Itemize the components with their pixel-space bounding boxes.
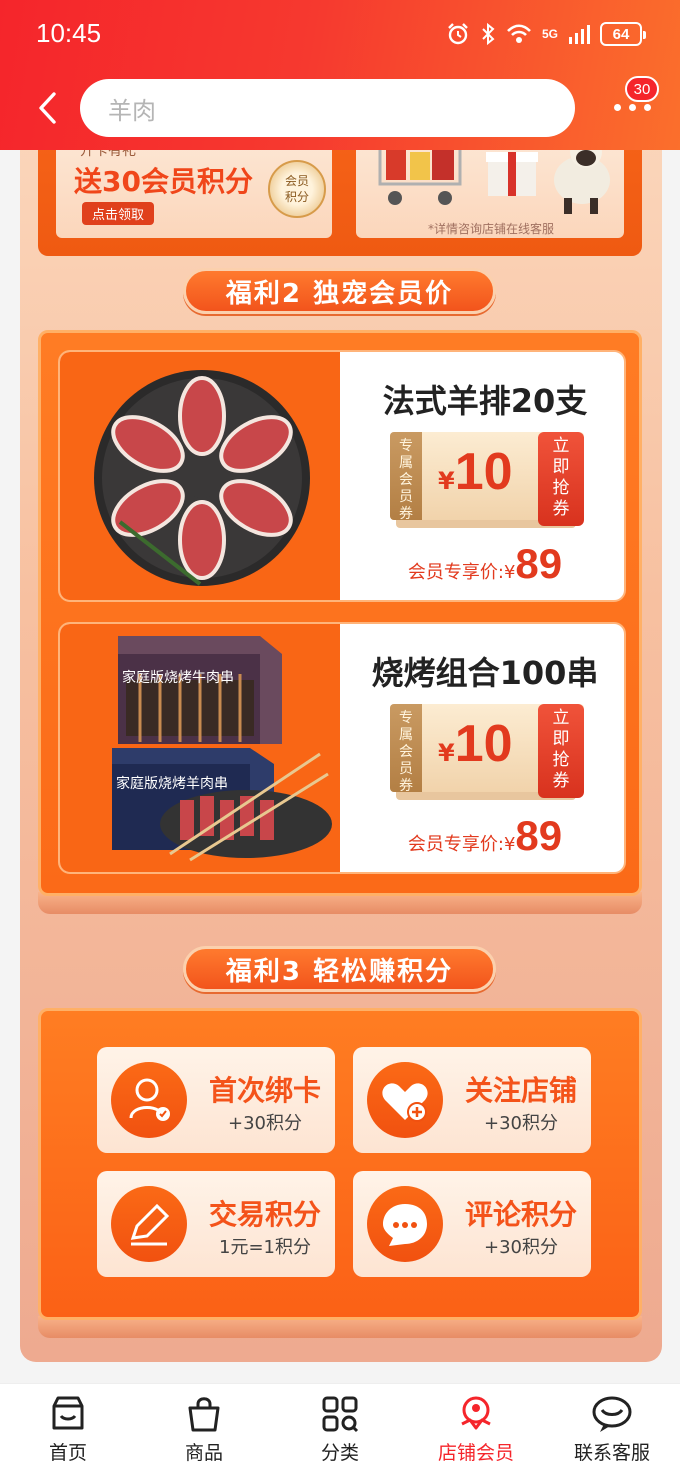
product-name: 烧烤组合100串 (371, 654, 599, 692)
earn-points-panel: 首次绑卡 +30积分 关注店铺 +30积分 交易积分 1元=1积分 评论积分 +… (38, 1008, 642, 1320)
chat-bubble-icon (367, 1186, 443, 1262)
service-icon (592, 1396, 632, 1432)
pencil-icon (111, 1186, 187, 1262)
signal-icon (569, 25, 590, 44)
nav-label: 首页 (48, 1442, 87, 1464)
coupon-side-label: 专属会员券 (390, 432, 422, 522)
member-price: 会员专享价:¥89 (342, 812, 624, 860)
bottom-nav: 首页 商品 分类 店铺会员 联系客服 (0, 1383, 680, 1473)
network-type: 5G (541, 27, 558, 41)
bbq-boxes-icon: 家庭版烧烤牛肉串 家庭版烧烤羊肉串 (112, 636, 332, 862)
bag-icon (188, 1397, 220, 1432)
section-title-member-price: 福利2 独宠会员价 (183, 268, 496, 314)
points-coin-icon: 会员 积分 (268, 160, 326, 218)
coupon[interactable]: 专属会员券 ¥10 立即抢券 (390, 432, 584, 528)
box-label-bottom: 家庭版烧烤羊肉串 (116, 775, 228, 792)
coupon-yen: ¥ (438, 739, 455, 767)
product-card-lamb-chops[interactable]: 法式羊排20支 专属会员券 ¥10 立即抢券 会员专享价:¥89 (58, 350, 626, 602)
points-item-review[interactable]: 评论积分 +30积分 (353, 1171, 591, 1277)
status-icons: 5G 64 (446, 20, 646, 48)
points-item-title: 首次绑卡 (208, 1074, 321, 1107)
battery-icon: 64 (600, 22, 646, 46)
coupon-yen: ¥ (438, 467, 455, 495)
nav-service[interactable]: 联系客服 (562, 1394, 662, 1465)
alarm-icon (448, 23, 468, 45)
product-name: 法式羊排20支 (382, 382, 588, 420)
points-item-trade[interactable]: 交易积分 1元=1积分 (97, 1171, 335, 1277)
grid-icon (322, 1396, 359, 1433)
price-value: 89 (515, 540, 563, 587)
points-item-sub: +30积分 (484, 1113, 558, 1134)
notification-badge: 30 (625, 76, 659, 102)
points-item-bind-card[interactable]: 首次绑卡 +30积分 (97, 1047, 335, 1153)
coupon[interactable]: 专属会员券 ¥10 立即抢券 (390, 704, 584, 800)
nav-categories[interactable]: 分类 (290, 1394, 390, 1465)
coupon-side-label: 专属会员券 (390, 704, 422, 794)
bluetooth-icon (482, 22, 495, 46)
member-icon (461, 1396, 491, 1430)
nav-label: 店铺会员 (437, 1442, 514, 1464)
nav-products[interactable]: 商品 (154, 1394, 254, 1465)
wifi-icon (507, 24, 531, 43)
price-yen: ¥ (503, 562, 516, 583)
search-input[interactable]: 羊肉 (80, 79, 575, 137)
member-price: 会员专享价:¥89 (342, 540, 624, 588)
lamb-chops-plate-icon (94, 370, 310, 586)
points-item-title: 关注店铺 (464, 1074, 577, 1107)
points-item-sub: +30积分 (484, 1237, 558, 1258)
top-bar: 10:45 5G 64 羊肉 30 (0, 0, 680, 150)
points-item-title: 评论积分 (464, 1198, 577, 1231)
section-title-earn-points: 福利3 轻松赚积分 (183, 946, 496, 992)
price-label: 会员专享价: (407, 562, 504, 583)
points-item-sub: +30积分 (228, 1113, 302, 1134)
promo-note: *详情咨询店铺在线客服 (428, 222, 555, 236)
claim-button[interactable]: 点击领取 (82, 202, 155, 225)
nav-label: 商品 (184, 1442, 223, 1464)
user-check-icon (111, 1062, 187, 1138)
price-value: 89 (515, 812, 563, 859)
product-card-bbq-combo[interactable]: 家庭版烧烤牛肉串 家庭版烧烤羊肉串 烧烤组合100串 专属会员券 ¥10 立即抢… (58, 622, 626, 874)
points-item-title: 交易积分 (208, 1198, 321, 1231)
coupon-amount: ¥10 (438, 442, 513, 502)
coupon-value: 10 (454, 715, 513, 773)
back-arrow-icon[interactable] (36, 90, 58, 126)
product-image (60, 352, 340, 600)
product-image: 家庭版烧烤牛肉串 家庭版烧烤羊肉串 (60, 624, 340, 872)
box-label-top: 家庭版烧烤牛肉串 (122, 669, 234, 686)
nav-member[interactable]: 店铺会员 (426, 1394, 526, 1465)
coupon-amount: ¥10 (438, 714, 513, 774)
price-yen: ¥ (503, 834, 516, 855)
points-item-follow-shop[interactable]: 关注店铺 +30积分 (353, 1047, 591, 1153)
promo-line2: 送30会员积分 (74, 165, 253, 198)
status-bar: 10:45 5G 64 (0, 0, 680, 66)
shop-icon (52, 1396, 84, 1430)
coupon-value: 10 (454, 443, 513, 501)
price-label: 会员专享价: (407, 834, 504, 855)
nav-label: 联系客服 (573, 1442, 650, 1464)
status-time: 10:45 (36, 18, 102, 48)
nav-label: 分类 (320, 1442, 359, 1464)
nav-home[interactable]: 首页 (18, 1394, 118, 1465)
points-item-sub: 1元=1积分 (219, 1237, 311, 1258)
heart-plus-icon (367, 1062, 443, 1138)
grab-coupon-button[interactable]: 立即抢券 (538, 432, 584, 526)
grab-coupon-button[interactable]: 立即抢券 (538, 704, 584, 798)
